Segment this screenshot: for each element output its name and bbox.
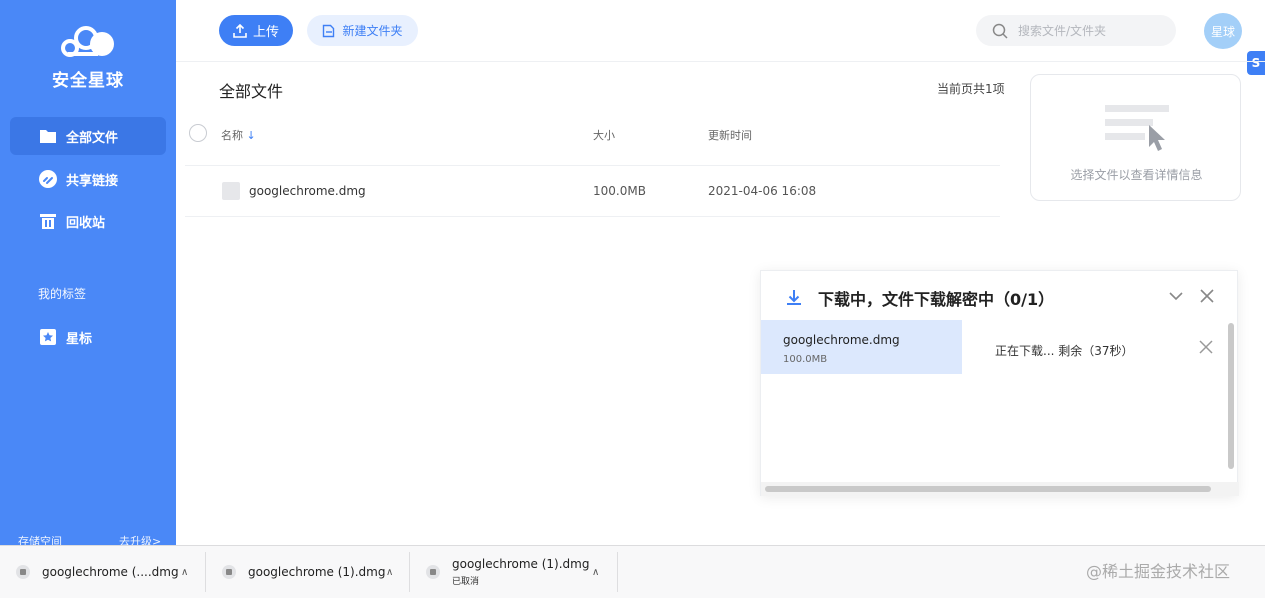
browser-download-bar: googlechrome (....dmg ∧ googlechrome (1)… bbox=[0, 545, 1265, 598]
page-item-count: 当前页共1项 bbox=[937, 82, 1005, 96]
upload-label: 上传 bbox=[252, 25, 279, 40]
row-divider bbox=[185, 216, 1000, 217]
file-icon bbox=[222, 565, 236, 579]
search-icon bbox=[992, 23, 1008, 39]
column-header-name[interactable]: 名称 ↓ bbox=[221, 127, 256, 143]
link-icon bbox=[38, 169, 58, 189]
select-all-checkbox[interactable] bbox=[189, 124, 207, 142]
download-item-size: 100.0MB bbox=[783, 354, 828, 365]
avatar[interactable]: 星球 bbox=[1204, 13, 1242, 49]
detail-placeholder-text: 选择文件以查看详情信息 bbox=[1070, 168, 1203, 182]
chevron-up-icon[interactable]: ∧ bbox=[181, 567, 188, 578]
download-status: 正在下载... 剩余（37秒） bbox=[995, 344, 1134, 358]
download-chip[interactable]: googlechrome (1).dmg 已取消 ∧ bbox=[412, 552, 618, 592]
sidebar-item-label: 共享链接 bbox=[66, 173, 119, 189]
download-chip-name: googlechrome (....dmg bbox=[42, 565, 179, 579]
sidebar-item-all-files[interactable]: 全部文件 bbox=[10, 117, 166, 155]
file-name: googlechrome.dmg bbox=[249, 184, 366, 198]
sidebar-item-label: 星标 bbox=[66, 331, 93, 347]
sidebar-item-star[interactable]: 星标 bbox=[10, 318, 166, 356]
column-header-updated[interactable]: 更新时间 bbox=[708, 127, 752, 143]
sort-arrow-icon: ↓ bbox=[246, 129, 256, 142]
chevron-down-icon[interactable] bbox=[1167, 287, 1185, 305]
chevron-up-icon[interactable]: ∧ bbox=[592, 567, 599, 578]
download-panel-title: 下载中，文件下载解密中（0/1） bbox=[818, 290, 1055, 309]
search-input[interactable] bbox=[1018, 23, 1168, 38]
file-updated-time: 2021-04-06 16:08 bbox=[708, 184, 817, 198]
table-row[interactable]: googlechrome.dmg 100.0MB 2021-04-06 16:0… bbox=[185, 166, 1000, 216]
file-detail-panel: 选择文件以查看详情信息 bbox=[1030, 74, 1241, 201]
download-chip-status: 已取消 bbox=[452, 577, 480, 587]
download-icon bbox=[787, 290, 801, 305]
close-icon[interactable] bbox=[1199, 288, 1215, 304]
upload-icon bbox=[233, 23, 247, 38]
sidebar-item-label: 全部文件 bbox=[66, 130, 119, 146]
file-icon bbox=[16, 565, 30, 579]
download-item[interactable]: googlechrome.dmg 100.0MB bbox=[761, 320, 962, 374]
download-chip-name: googlechrome (1).dmg bbox=[248, 565, 386, 579]
horizontal-scrollbar[interactable] bbox=[765, 486, 1211, 492]
app-name: 安全星球 bbox=[52, 71, 124, 91]
download-item-name: googlechrome.dmg bbox=[783, 333, 900, 347]
upload-button[interactable]: 上传 bbox=[219, 15, 293, 46]
download-chip[interactable]: googlechrome (1).dmg ∧ bbox=[208, 552, 410, 592]
download-chip-text: googlechrome (1).dmg 已取消 bbox=[452, 557, 589, 587]
folder-icon bbox=[38, 126, 58, 146]
vertical-scrollbar[interactable] bbox=[1228, 323, 1234, 469]
toolbar-divider bbox=[176, 61, 1265, 62]
chevron-up-icon[interactable]: ∧ bbox=[386, 567, 393, 578]
download-chip[interactable]: googlechrome (....dmg ∧ bbox=[6, 552, 206, 592]
tags-section-title: 我的标签 bbox=[38, 287, 87, 301]
sidebar-item-recycle-bin[interactable]: 回收站 bbox=[10, 202, 166, 240]
new-folder-label: 新建文件夹 bbox=[342, 24, 403, 38]
file-size: 100.0MB bbox=[593, 184, 646, 198]
star-icon bbox=[38, 327, 58, 347]
select-file-illustration-icon bbox=[1105, 105, 1169, 151]
sidebar-item-label: 回收站 bbox=[66, 215, 106, 231]
file-icon bbox=[222, 182, 240, 200]
new-folder-icon bbox=[323, 24, 335, 37]
cancel-download-icon[interactable] bbox=[1199, 340, 1213, 354]
new-folder-button[interactable]: 新建文件夹 bbox=[307, 15, 418, 46]
watermark-text: @稀土掘金技术社区 bbox=[1086, 562, 1231, 581]
page-title: 全部文件 bbox=[219, 82, 284, 101]
sidebar: 安全星球 全部文件 共享链接 回收站 我的标签 星标 存储空间 去升级> bbox=[0, 0, 176, 598]
file-icon bbox=[426, 565, 440, 579]
column-header-size[interactable]: 大小 bbox=[593, 127, 615, 143]
search-box[interactable] bbox=[976, 15, 1176, 46]
download-panel: 下载中，文件下载解密中（0/1） googlechrome.dmg 100.0M… bbox=[760, 270, 1239, 496]
cloud-logo-icon bbox=[61, 26, 114, 57]
download-chip-name: googlechrome (1).dmg bbox=[452, 557, 590, 571]
sidebar-item-share-links[interactable]: 共享链接 bbox=[10, 160, 166, 198]
column-name-label: 名称 bbox=[221, 129, 243, 142]
trash-icon bbox=[38, 211, 58, 231]
side-extension-badge[interactable]: S bbox=[1247, 51, 1265, 75]
